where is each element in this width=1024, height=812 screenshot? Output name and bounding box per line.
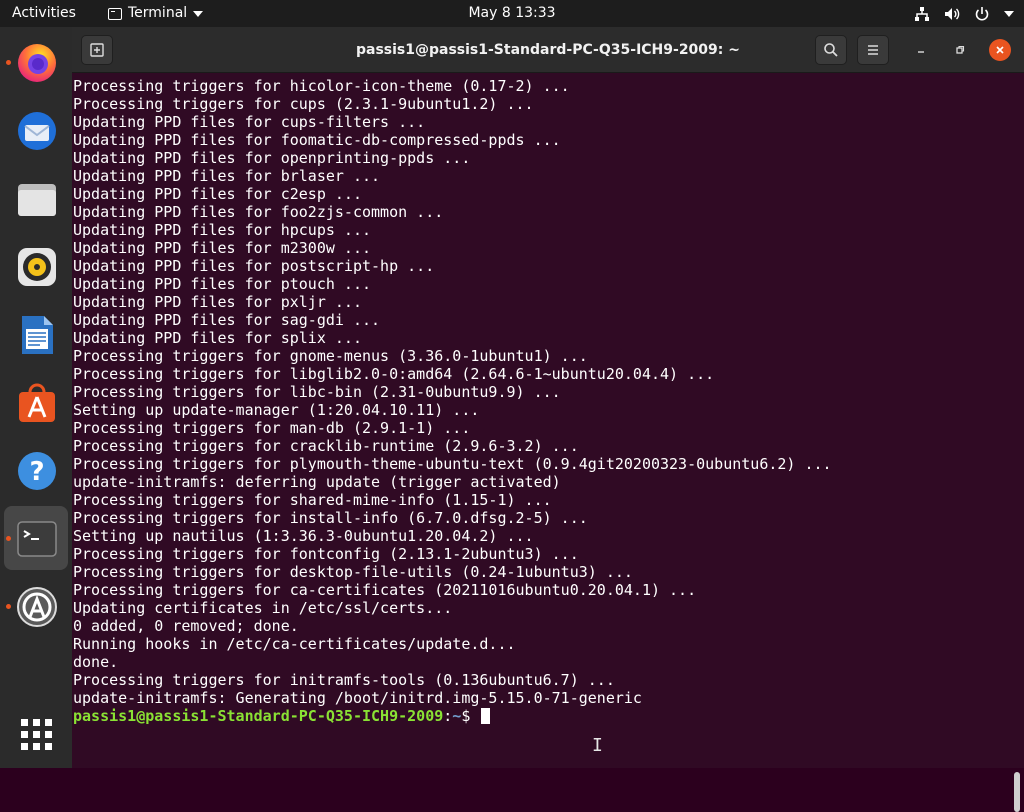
terminal-output: Processing triggers for hicolor-icon-the… (73, 77, 832, 725)
minimize-icon (918, 51, 924, 53)
terminal-line: Processing triggers for libglib2.0-0:amd… (73, 365, 715, 383)
prompt-user-host: passis1@passis1-Standard-PC-Q35-ICH9-200… (73, 707, 444, 725)
new-tab-button[interactable] (81, 35, 113, 65)
terminal-line: Updating PPD files for postscript-hp ... (73, 257, 435, 275)
network-icon (914, 6, 930, 22)
terminal-line: Updating PPD files for pxljr ... (73, 293, 362, 311)
terminal-line: update-initramfs: Generating /boot/initr… (73, 689, 642, 707)
terminal-cursor (481, 708, 491, 724)
menu-icon (868, 45, 878, 55)
search-icon (824, 43, 838, 57)
chevron-down-icon (1004, 10, 1014, 17)
terminal-line: Updating PPD files for brlaser ... (73, 167, 381, 185)
menu-button[interactable] (857, 35, 889, 65)
terminal-line: Updating PPD files for m2300w ... (73, 239, 372, 257)
apps-grid-icon (21, 719, 52, 750)
text-cursor-icon: I (592, 735, 603, 756)
window-headerbar[interactable]: passis1@passis1-Standard-PC-Q35-ICH9-200… (72, 27, 1024, 73)
terminal-line: Processing triggers for plymouth-theme-u… (73, 455, 832, 473)
terminal-line: Processing triggers for cracklib-runtime… (73, 437, 579, 455)
help-icon: ? (18, 452, 56, 490)
software-icon (19, 383, 55, 422)
terminal-app-icon (108, 7, 122, 20)
terminal-line: 0 added, 0 removed; done. (73, 617, 299, 635)
terminal-line: Processing triggers for desktop-file-uti… (73, 563, 633, 581)
writer-icon (22, 316, 53, 354)
maximize-icon (956, 45, 965, 54)
terminal-line: Processing triggers for fontconfig (2.13… (73, 545, 579, 563)
new-tab-icon (90, 43, 104, 57)
prompt-path: ~ (452, 707, 462, 725)
files-icon (18, 184, 56, 216)
terminal-line: Updating certificates in /etc/ssl/certs.… (73, 599, 453, 617)
close-icon (996, 46, 1004, 54)
dock-item-terminal[interactable] (4, 506, 68, 570)
terminal-line: Setting up nautilus (1:3.36.3-0ubuntu1.2… (73, 527, 534, 545)
running-indicator (6, 60, 11, 65)
system-status-menu[interactable] (914, 0, 1014, 27)
dock-item-updater[interactable] (4, 574, 68, 638)
terminal-line: Processing triggers for ca-certificates … (73, 581, 697, 599)
terminal-prompt: passis1@passis1-Standard-PC-Q35-ICH9-200… (73, 707, 832, 725)
terminal-line: Updating PPD files for cups-filters ... (73, 113, 426, 131)
prompt-separator: : (443, 707, 453, 725)
running-indicator (6, 536, 11, 541)
terminal-line: Processing triggers for man-db (2.9.1-1)… (73, 419, 471, 437)
terminal-line: Running hooks in /etc/ca-certificates/up… (73, 635, 516, 653)
power-icon (974, 6, 990, 22)
terminal-line: Updating PPD files for sag-gdi ... (73, 311, 381, 329)
dock-item-firefox[interactable] (4, 30, 68, 94)
terminal-line: Processing triggers for initramfs-tools … (73, 671, 615, 689)
terminal-line: Processing triggers for install-info (6.… (73, 509, 588, 527)
terminal-scrollbar[interactable] (1014, 772, 1020, 812)
maximize-button[interactable] (949, 39, 971, 61)
dock-item-writer[interactable] (4, 302, 68, 366)
thunderbird-icon (18, 112, 56, 150)
activities-button[interactable]: Activities (12, 0, 76, 27)
terminal-line: Updating PPD files for foo2zjs-common ..… (73, 203, 444, 221)
search-button[interactable] (815, 35, 847, 65)
app-menu[interactable]: Terminal (108, 0, 204, 27)
minimize-button[interactable] (910, 39, 932, 61)
rhythmbox-icon (18, 248, 56, 286)
terminal-line: Updating PPD files for c2esp ... (73, 185, 362, 203)
dock-item-thunderbird[interactable] (4, 98, 68, 162)
terminal-line: Updating PPD files for ptouch ... (73, 275, 372, 293)
dock-item-files[interactable] (4, 166, 68, 230)
terminal-line: Processing triggers for libc-bin (2.31-0… (73, 383, 561, 401)
terminal-body[interactable]: Processing triggers for hicolor-icon-the… (72, 74, 1024, 812)
app-menu-label: Terminal (128, 5, 188, 21)
terminal-icon (17, 521, 57, 557)
terminal-line: Updating PPD files for openprinting-ppds… (73, 149, 471, 167)
terminal-line: Updating PPD files for splix ... (73, 329, 362, 347)
top-bar: Activities Terminal May 8 13:33 (0, 0, 1024, 27)
dock-item-rhythmbox[interactable] (4, 234, 68, 298)
terminal-line: Processing triggers for gnome-menus (3.3… (73, 347, 588, 365)
volume-icon (944, 6, 960, 22)
running-indicator (6, 604, 11, 609)
chevron-down-icon (193, 10, 204, 17)
prompt-symbol: $ (461, 707, 480, 725)
clock[interactable]: May 8 13:33 (468, 5, 555, 21)
terminal-line: Processing triggers for hicolor-icon-the… (73, 77, 570, 95)
terminal-window: passis1@passis1-Standard-PC-Q35-ICH9-200… (72, 27, 1024, 812)
terminal-line: Setting up update-manager (1:20.04.10.11… (73, 401, 480, 419)
updater-icon (17, 587, 57, 627)
firefox-icon (18, 44, 56, 82)
dock-item-software[interactable] (4, 370, 68, 434)
terminal-line: Updating PPD files for foomatic-db-compr… (73, 131, 561, 149)
dock-item-help[interactable]: ? (4, 438, 68, 502)
terminal-line: update-initramfs: deferring update (trig… (73, 473, 561, 491)
terminal-line: Updating PPD files for hpcups ... (73, 221, 372, 239)
close-button[interactable] (989, 39, 1011, 61)
terminal-line: Processing triggers for shared-mime-info… (73, 491, 552, 509)
svg-text:?: ? (29, 457, 44, 487)
terminal-line: Processing triggers for cups (2.3.1-9ubu… (73, 95, 534, 113)
terminal-line: done. (73, 653, 119, 671)
dock: ? (0, 27, 72, 768)
show-applications-button[interactable] (4, 702, 68, 766)
